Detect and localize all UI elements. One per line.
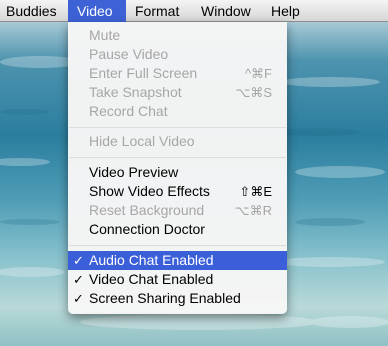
menu-separator	[69, 245, 286, 246]
menu-item-label: Hide Local Video	[89, 133, 195, 149]
menu-separator	[69, 157, 286, 158]
menu-item-show-video-effects[interactable]: Show Video Effects ⇧⌘E	[68, 182, 287, 201]
menu-item-label: Audio Chat Enabled	[89, 252, 214, 268]
menu-item-audio-chat-enabled[interactable]: ✓ Audio Chat Enabled	[68, 251, 287, 270]
menu-separator	[69, 127, 286, 128]
menu-item-shortcut: ^⌘F	[244, 66, 272, 81]
menu-item-label: Video Preview	[89, 164, 179, 180]
video-menu-dropdown: Mute Pause Video Enter Full Screen ^⌘F T…	[68, 22, 287, 314]
menu-item-label: Mute	[89, 27, 121, 43]
menu-item-video-chat-enabled[interactable]: ✓ Video Chat Enabled	[68, 270, 287, 289]
menu-item-label: Enter Full Screen	[89, 65, 198, 81]
menu-bar: Buddies Video Format Window Help	[0, 0, 388, 22]
menu-item-video-preview[interactable]: Video Preview	[68, 163, 287, 182]
menu-format[interactable]: Format	[126, 0, 188, 22]
menu-item-label: Connection Doctor	[89, 221, 205, 237]
menu-item-label: Pause Video	[89, 46, 169, 62]
menu-buddies[interactable]: Buddies	[0, 0, 66, 22]
menu-video[interactable]: Video	[68, 0, 126, 22]
menu-item-screen-sharing-enabled[interactable]: ✓ Screen Sharing Enabled	[68, 289, 287, 308]
checkmark-icon: ✓	[73, 291, 84, 306]
menu-item-label: Record Chat	[89, 103, 168, 119]
menu-item-shortcut: ⌥⌘R	[234, 203, 272, 218]
menu-item-shortcut: ⇧⌘E	[239, 184, 272, 199]
menu-window[interactable]: Window	[192, 0, 260, 22]
menu-item-mute: Mute	[68, 26, 287, 45]
menu-item-label: Show Video Effects	[89, 183, 210, 199]
menu-item-label: Take Snapshot	[89, 84, 182, 100]
menu-item-pause-video: Pause Video	[68, 45, 287, 64]
menu-item-record-chat: Record Chat	[68, 102, 287, 121]
menu-item-label: Screen Sharing Enabled	[89, 290, 241, 306]
menu-item-connection-doctor[interactable]: Connection Doctor	[68, 220, 287, 239]
menu-item-take-snapshot: Take Snapshot ⌥⌘S	[68, 83, 287, 102]
checkmark-icon: ✓	[73, 253, 84, 268]
menu-help[interactable]: Help	[262, 0, 309, 22]
menu-item-shortcut: ⌥⌘S	[235, 85, 272, 100]
checkmark-icon: ✓	[73, 272, 84, 287]
menu-item-label: Video Chat Enabled	[89, 271, 214, 287]
menu-item-reset-background: Reset Background ⌥⌘R	[68, 201, 287, 220]
menu-item-label: Reset Background	[89, 202, 205, 218]
menu-item-hide-local-video: Hide Local Video	[68, 132, 287, 151]
menu-item-enter-full-screen: Enter Full Screen ^⌘F	[68, 64, 287, 83]
